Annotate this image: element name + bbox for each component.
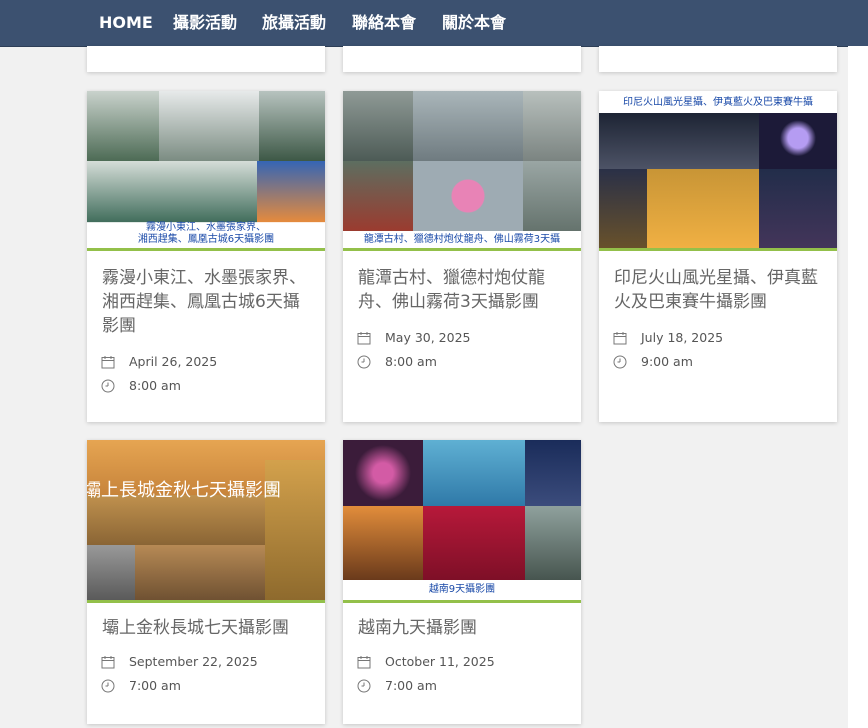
event-date-text: July 18, 2025 — [641, 330, 724, 345]
thumb-caption: 霧漫小東江、水墨張家界、 — [87, 222, 325, 234]
calendar-icon — [357, 332, 371, 345]
event-time-text: 8:00 am — [129, 378, 181, 393]
event-card-partial[interactable] — [343, 46, 581, 72]
clock-icon — [101, 379, 115, 393]
clock-icon — [357, 679, 371, 693]
thumb-caption: 印尼火山風光星攝、伊真藍火及巴東賽牛攝 — [599, 97, 837, 109]
clock-icon — [357, 355, 371, 369]
event-title[interactable]: 霧漫小東江、水墨張家界、湘西趕集、鳳凰古城6天攝影團 — [102, 266, 315, 338]
event-card[interactable]: 越南9天攝影團 越南九天攝影團 October 11, 2025 7:00 am — [343, 440, 581, 724]
event-date-text: September 22, 2025 — [129, 654, 258, 669]
calendar-icon — [613, 332, 627, 345]
event-title[interactable]: 壩上金秋長城七天攝影團 — [102, 616, 315, 640]
event-date-text: April 26, 2025 — [129, 354, 218, 369]
thumb-caption: 壩上長城金秋七天攝影團 — [87, 480, 281, 501]
event-date-text: October 11, 2025 — [385, 654, 495, 669]
event-time-text: 7:00 am — [129, 678, 181, 693]
event-thumbnail[interactable]: 越南9天攝影團 — [343, 440, 581, 603]
sidebar-edge — [848, 46, 868, 728]
event-date-text: May 30, 2025 — [385, 330, 471, 345]
event-card[interactable]: 印尼火山風光星攝、伊真藍火及巴東賽牛攝 印尼火山風光星攝、伊真藍火及巴東賽牛攝影… — [599, 91, 837, 422]
event-title[interactable]: 印尼火山風光星攝、伊真藍火及巴東賽牛攝影團 — [614, 266, 827, 314]
event-title[interactable]: 越南九天攝影團 — [358, 616, 571, 640]
event-title[interactable]: 龍潭古村、獵德村炮仗龍舟、佛山霧荷3天攝影團 — [358, 266, 571, 314]
clock-icon — [613, 355, 627, 369]
nav-travel-activities[interactable]: 旅攝活動 — [262, 12, 326, 34]
nav-contact[interactable]: 聯絡本會 — [352, 12, 416, 34]
event-time-text: 8:00 am — [385, 354, 437, 369]
event-time-text: 7:00 am — [385, 678, 437, 693]
event-thumbnail[interactable]: 印尼火山風光星攝、伊真藍火及巴東賽牛攝 — [599, 91, 837, 251]
event-card-partial[interactable] — [87, 46, 325, 72]
event-time-text: 9:00 am — [641, 354, 693, 369]
calendar-icon — [357, 656, 371, 669]
event-card[interactable]: 霧漫小東江、水墨張家界、 湘西趕集、鳳凰古城6天攝影團 霧漫小東江、水墨張家界、… — [87, 91, 325, 422]
event-card-partial[interactable] — [599, 46, 837, 72]
clock-icon — [101, 679, 115, 693]
thumb-caption: 越南9天攝影團 — [343, 584, 581, 596]
nav-home[interactable]: HOME — [99, 12, 153, 34]
thumb-caption: 龍潭古村、獵德村炮仗龍舟、佛山霧荷3天攝 — [343, 234, 581, 246]
top-navigation: HOME 攝影活動 旅攝活動 聯絡本會 關於本會 — [0, 0, 868, 47]
calendar-icon — [101, 356, 115, 369]
thumb-caption: 湘西趕集、鳳凰古城6天攝影團 — [87, 234, 325, 246]
event-thumbnail[interactable]: 龍潭古村、獵德村炮仗龍舟、佛山霧荷3天攝 — [343, 91, 581, 251]
nav-photo-activities[interactable]: 攝影活動 — [173, 12, 237, 34]
calendar-icon — [101, 656, 115, 669]
event-card[interactable]: 龍潭古村、獵德村炮仗龍舟、佛山霧荷3天攝 龍潭古村、獵德村炮仗龍舟、佛山霧荷3天… — [343, 91, 581, 422]
event-thumbnail[interactable]: 壩上長城金秋七天攝影團 — [87, 440, 325, 603]
event-thumbnail[interactable]: 霧漫小東江、水墨張家界、 湘西趕集、鳳凰古城6天攝影團 — [87, 91, 325, 251]
event-card[interactable]: 壩上長城金秋七天攝影團 壩上金秋長城七天攝影團 September 22, 20… — [87, 440, 325, 724]
nav-about[interactable]: 關於本會 — [442, 12, 506, 34]
